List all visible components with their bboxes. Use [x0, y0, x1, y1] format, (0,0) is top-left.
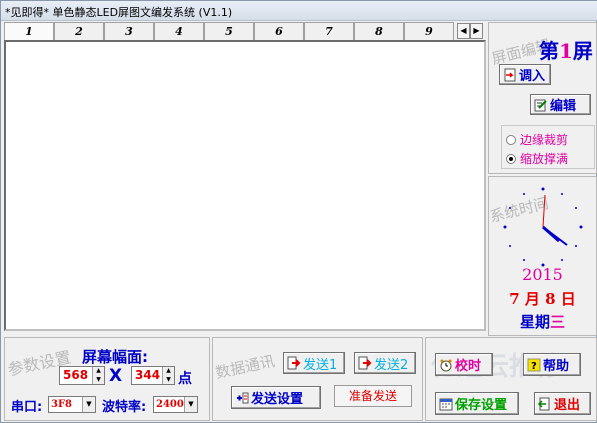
tab-scroll-left-icon[interactable]: ◀: [457, 23, 470, 39]
system-time-panel: 系统时间 2015 7 月 8 日 星期三: [488, 176, 597, 336]
option-scale-label: 缩放撑满: [520, 152, 569, 166]
save-setup-label: 保存设置: [455, 398, 508, 413]
edit-button[interactable]: 编辑: [530, 94, 591, 115]
screen-number: 1: [559, 39, 573, 63]
window-title: *见即得* 单色静态LED屏图文编发系统 (V1.1): [5, 6, 233, 19]
width-down-icon[interactable]: ▼: [93, 376, 104, 385]
settings-plus-icon: [237, 392, 249, 403]
load-label: 调入: [519, 69, 546, 84]
year-display: 2015: [522, 265, 563, 284]
tab-screen-6[interactable]: 6: [254, 22, 304, 41]
width-stepper[interactable]: 568 ▲ ▼: [59, 366, 105, 385]
send-setup-button[interactable]: 发送设置: [231, 386, 321, 409]
option-crop-label: 边缘裁剪: [520, 133, 569, 147]
tab-screen-5[interactable]: 5: [204, 22, 254, 41]
month-value: 7: [509, 290, 520, 308]
analog-clock-icon: [503, 187, 583, 267]
tab-scroll-buttons: ◀ ▶: [457, 23, 483, 39]
day-unit: 日: [560, 290, 576, 308]
exit-label: 退出: [554, 398, 581, 413]
month-unit: 月: [524, 290, 540, 308]
serial-port-value: 3F8: [51, 399, 73, 410]
width-value: 568: [63, 368, 89, 382]
calibrate-label: 校时: [455, 359, 482, 374]
tab-screen-3[interactable]: 3: [104, 22, 154, 41]
calendar-save-icon: [439, 398, 453, 410]
send-1-button[interactable]: 发送1: [283, 352, 345, 374]
height-stepper[interactable]: 344 ▲ ▼: [131, 366, 175, 385]
tab-screen-4[interactable]: 4: [154, 22, 204, 41]
serial-port-select[interactable]: 3F8 ▼: [48, 396, 96, 413]
screen-number-display: 第1屏: [539, 35, 593, 64]
help-button[interactable]: ? 帮助: [523, 353, 581, 376]
edit-label: 编辑: [550, 99, 577, 114]
misc-panel: 亿速云推荐 校时 ? 帮助 保存设置 退出: [425, 337, 597, 421]
pixel-unit-label: 点: [178, 371, 192, 387]
send-arrow-icon: [358, 356, 372, 370]
tab-screen-8[interactable]: 8: [354, 22, 404, 41]
parameters-panel: 参数设置 屏幕幅面: 568 ▲ ▼ X 344 ▲ ▼ 点 串口: 3F8 ▼ 波…: [4, 337, 210, 421]
height-down-icon[interactable]: ▼: [163, 376, 174, 385]
save-setup-button[interactable]: 保存设置: [435, 392, 519, 415]
alarm-clock-icon: [440, 359, 452, 371]
height-value: 344: [135, 368, 161, 382]
tab-screen-2[interactable]: 2: [54, 22, 104, 41]
chevron-down-icon: ▼: [184, 397, 197, 412]
send-2-button[interactable]: 发送2: [354, 352, 416, 374]
tab-screen-7[interactable]: 7: [304, 22, 354, 41]
exit-door-icon: [538, 397, 550, 410]
help-label: 帮助: [543, 359, 570, 374]
scale-radio-icon: [506, 153, 516, 164]
send-1-label: 发送1: [303, 357, 338, 373]
screen-suffix: 屏: [572, 39, 593, 63]
calibrate-time-button[interactable]: 校时: [435, 353, 493, 376]
send-arrow-icon: [287, 356, 301, 370]
weekday-value: 三: [550, 313, 566, 331]
help-icon: ?: [527, 358, 541, 372]
load-button[interactable]: 调入: [499, 64, 551, 85]
load-file-icon: [504, 68, 516, 81]
width-up-icon[interactable]: ▲: [93, 367, 104, 376]
main-window: *见即得* 单色静态LED屏图文编发系统 (V1.1) 1 2 3 4 5 6 …: [0, 0, 597, 423]
serial-port-label: 串口:: [11, 400, 43, 415]
screen-size-title: 屏幕幅面:: [82, 348, 148, 366]
tab-screen-1[interactable]: 1: [4, 22, 54, 41]
option-crop-edges[interactable]: 边缘裁剪: [506, 131, 568, 148]
send-setup-label: 发送设置: [251, 392, 304, 407]
title-bar: *见即得* 单色静态LED屏图文编发系统 (V1.1): [1, 1, 597, 21]
crop-radio-icon: [506, 134, 516, 145]
baud-rate-label: 波特率:: [102, 400, 147, 415]
tab-screen-9[interactable]: 9: [404, 22, 454, 41]
weekday-prefix: 星期: [519, 313, 550, 331]
height-up-icon[interactable]: ▲: [163, 367, 174, 376]
screen-edit-panel: 屏面编辑 第1屏 调入 编辑 边缘裁剪 缩放撑满: [488, 22, 597, 174]
weekday-display: 星期三: [489, 311, 596, 332]
send-2-label: 发送2: [374, 357, 409, 373]
communication-section-label: 数据通讯: [213, 351, 277, 383]
send-status-box: 准备发送: [334, 385, 412, 407]
baud-rate-value: 2400: [156, 399, 184, 410]
screen-tabs: 1 2 3 4 5 6 7 8 9: [4, 22, 486, 41]
svg-text:?: ?: [531, 361, 537, 372]
date-display: 7 月 8 日: [489, 288, 596, 309]
baud-rate-select[interactable]: 2400 ▼: [153, 396, 198, 413]
option-scale-fill[interactable]: 缩放撑满: [506, 150, 568, 167]
tab-scroll-right-icon[interactable]: ▶: [470, 23, 483, 39]
day-value: 8: [545, 290, 556, 308]
communication-panel: 数据通讯 发送1 发送2 发送设置 准备发送: [212, 337, 423, 421]
edit-pencil-icon: [534, 99, 547, 111]
exit-button[interactable]: 退出: [534, 392, 591, 415]
screen-canvas[interactable]: [4, 40, 486, 331]
chevron-down-icon: ▼: [82, 397, 95, 412]
times-sign: X: [109, 366, 123, 386]
fit-mode-group: 边缘裁剪 缩放撑满: [501, 125, 595, 169]
screen-prefix: 第: [539, 39, 559, 63]
